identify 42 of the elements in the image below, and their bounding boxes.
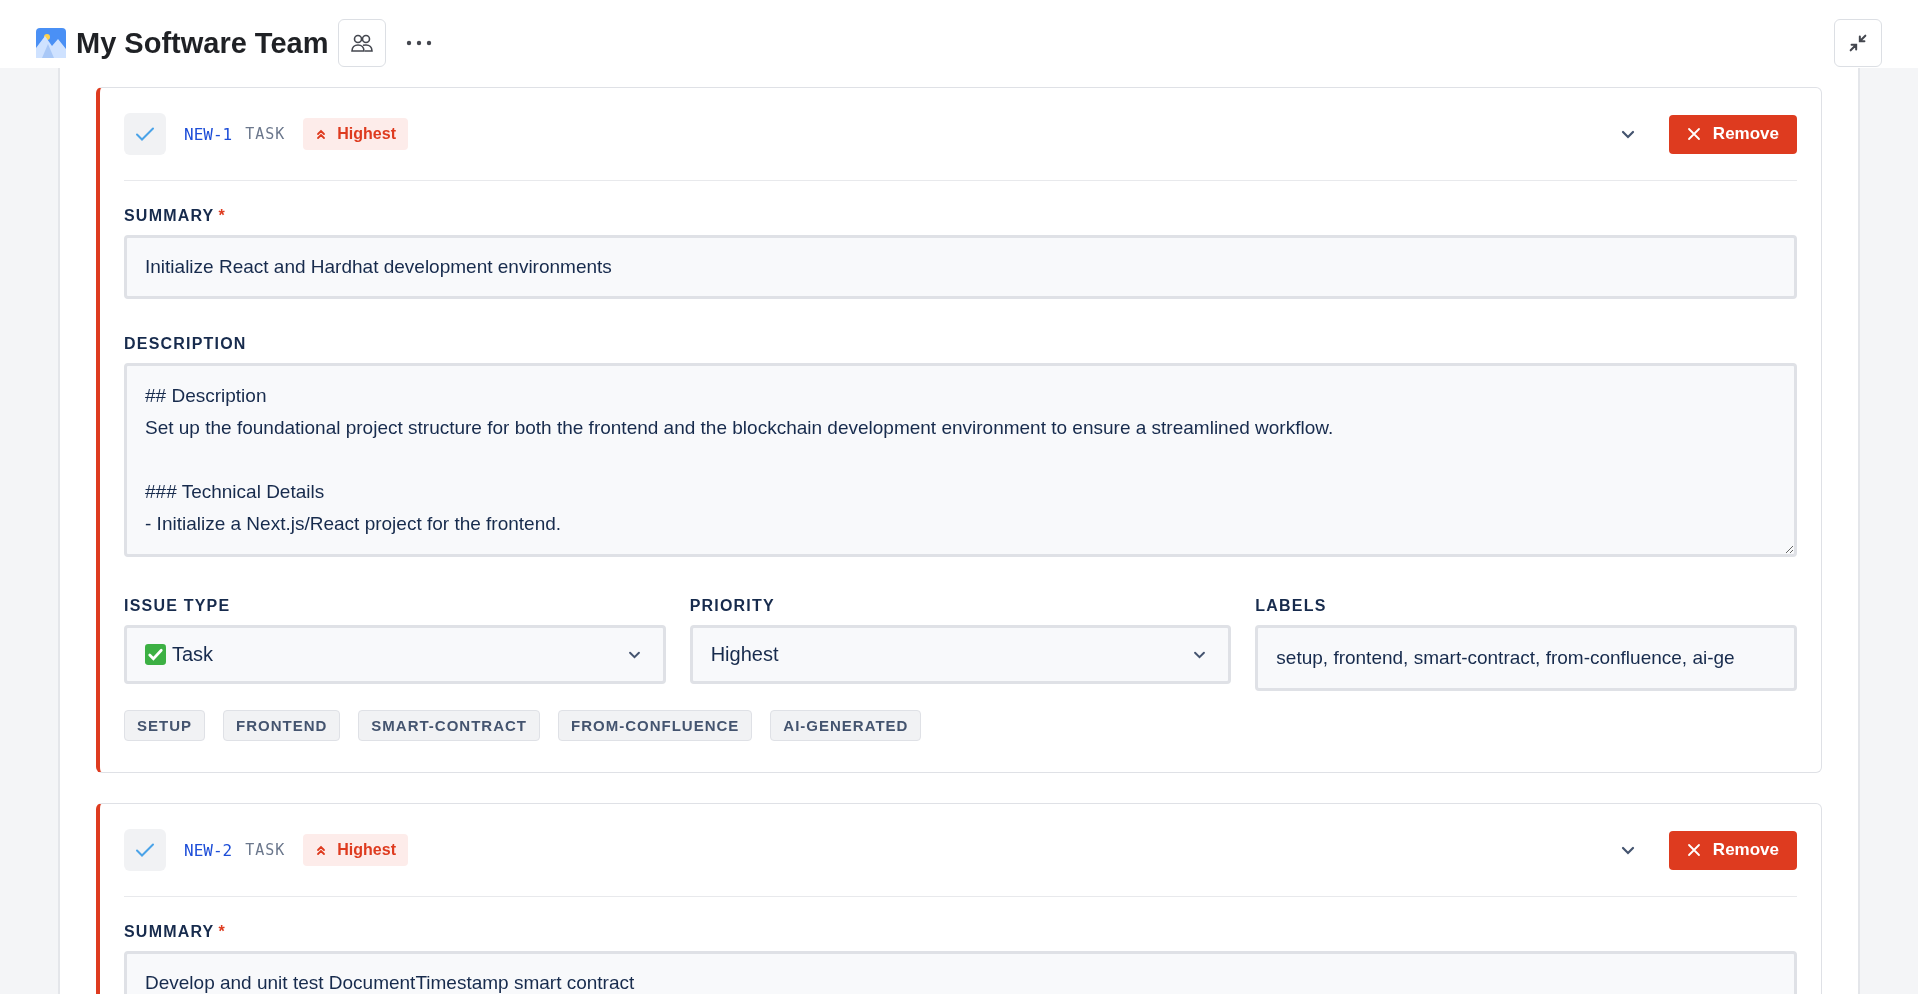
- chevron-icon: [627, 650, 641, 659]
- chevron-icon[interactable]: [1620, 129, 1635, 139]
- double-chevron-up-icon: [315, 844, 328, 856]
- issue-key[interactable]: NEW-1: [184, 124, 233, 144]
- project-title: My Software Team: [76, 26, 329, 60]
- remove-button[interactable]: Remove: [1668, 830, 1797, 870]
- issue-type-tag: TASK: [245, 841, 286, 859]
- summary-label: SUMMARY *: [124, 923, 227, 941]
- task-checkbox[interactable]: [124, 113, 166, 155]
- summary-label: SUMMARY *: [124, 207, 227, 225]
- issue-type-select[interactable]: Task: [124, 625, 666, 684]
- issue-type-label: ISSUE TYPE: [124, 597, 232, 615]
- chevron-icon: [1193, 650, 1207, 659]
- chevron-icon[interactable]: [1620, 845, 1635, 855]
- labels-label: LABELS: [1255, 597, 1328, 615]
- issue-key[interactable]: NEW-2: [184, 840, 233, 860]
- label-tag: SMART-CONTRACT: [358, 710, 540, 741]
- collapse-button[interactable]: [1834, 19, 1882, 67]
- double-chevron-up-icon: [315, 128, 328, 140]
- priority-label: PRIORITY: [689, 597, 776, 615]
- summary-field[interactable]: Develop and unit test DocumentTimestamp smart contract: [124, 951, 1797, 994]
- remove-button[interactable]: Remove: [1668, 114, 1797, 154]
- close-icon: [1686, 843, 1701, 857]
- summary-field[interactable]: Initialize React and Hardhat development environments: [124, 235, 1797, 299]
- project-logo-icon: [36, 28, 66, 58]
- description-label: DESCRIPTION: [124, 335, 248, 353]
- issue-type-tag: TASK: [245, 125, 286, 143]
- priority-badge: Highest: [303, 834, 408, 866]
- label-tag: SETUP: [124, 710, 205, 741]
- label-tag: FROM-CONFLUENCE: [558, 710, 753, 741]
- checkbox-icon: [145, 644, 166, 665]
- description-field[interactable]: ## Description Set up the foundational project structure for both the frontend and the blockchain development environment to ensure a streamlined workflow. ### Technical Details - Initialize a Next.js/React project for the frontend.: [124, 363, 1797, 557]
- close-icon: [1686, 127, 1701, 141]
- label-tag: AI-GENERATED: [770, 710, 922, 741]
- labels-field[interactable]: setup, frontend, smart-contract, from-confluence, ai-ge: [1255, 625, 1797, 691]
- priority-select[interactable]: Highest: [689, 625, 1232, 684]
- team-button[interactable]: [338, 19, 387, 67]
- more-icon[interactable]: [406, 40, 433, 46]
- priority-badge: Highest: [303, 118, 408, 150]
- label-tag: FRONTEND: [223, 710, 341, 741]
- task-checkbox[interactable]: [124, 829, 166, 871]
- collapse-icon: [1847, 32, 1869, 54]
